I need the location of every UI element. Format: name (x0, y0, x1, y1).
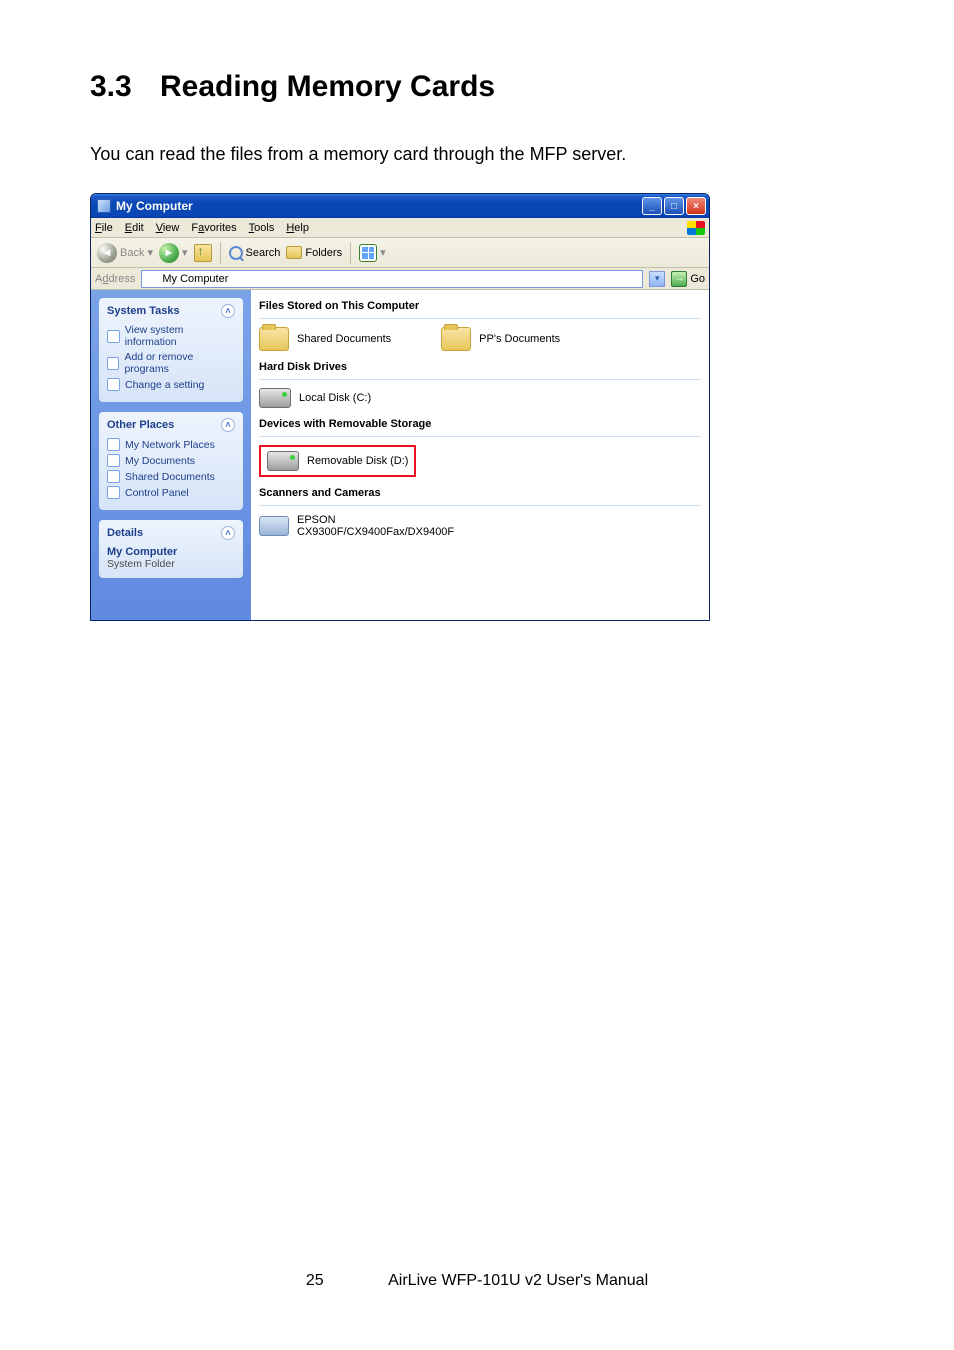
intro-text: You can read the files from a memory car… (90, 144, 864, 165)
collapse-icon[interactable]: ˄ (221, 418, 235, 432)
item-local-disk-c[interactable]: Local Disk (C:) (259, 388, 371, 408)
sidebar-item-change-setting[interactable]: Change a setting (107, 378, 235, 391)
sidebar-item-view-system-info[interactable]: View system information (107, 324, 235, 348)
item-pp-documents[interactable]: PP's Documents (441, 327, 560, 351)
windows-flag-icon (687, 221, 705, 235)
sidebar: System Tasks˄ View system information Ad… (91, 290, 251, 620)
control-panel-icon (107, 486, 120, 499)
views-button[interactable]: ▾ (359, 244, 386, 262)
sidebar-item-network-places[interactable]: My Network Places (107, 438, 235, 451)
removable-disk-icon (267, 451, 299, 471)
heading-number: 3.3 (90, 70, 160, 104)
main-content: Files Stored on This Computer Shared Doc… (251, 290, 709, 620)
menu-edit[interactable]: Edit (125, 222, 144, 234)
address-dropdown-button[interactable]: ▾ (649, 271, 665, 287)
heading-title: Reading Memory Cards (160, 70, 495, 103)
folder-icon (441, 327, 471, 351)
folder-icon (259, 327, 289, 351)
my-computer-icon (97, 199, 111, 213)
group-scanners-cameras: Scanners and Cameras (259, 485, 701, 506)
folders-button[interactable]: Folders (286, 246, 342, 259)
sidebar-item-add-remove-programs[interactable]: Add or remove programs (107, 351, 235, 375)
info-icon (107, 330, 120, 343)
settings-icon (107, 378, 120, 391)
sidebar-item-control-panel[interactable]: Control Panel (107, 486, 235, 499)
footer-text: AirLive WFP-101U v2 User's Manual (388, 1272, 648, 1290)
minimize-button[interactable]: _ (642, 197, 662, 215)
menu-help[interactable]: Help (286, 222, 309, 234)
views-icon (359, 244, 377, 262)
sidebar-item-shared-documents[interactable]: Shared Documents (107, 470, 235, 483)
network-icon (107, 438, 120, 451)
folders-icon (286, 246, 302, 259)
folder-icon (107, 470, 120, 483)
group-removable-storage: Devices with Removable Storage (259, 416, 701, 437)
menu-tools[interactable]: Tools (249, 222, 275, 234)
go-arrow-icon: → (671, 271, 687, 287)
address-input[interactable]: My Computer (141, 270, 643, 288)
sidebar-item-my-documents[interactable]: My Documents (107, 454, 235, 467)
my-computer-window: My Computer _ □ × File Edit View Favorit… (90, 193, 710, 621)
highlighted-removable-disk: Removable Disk (D:) (259, 445, 416, 477)
item-removable-disk-d[interactable]: Removable Disk (D:) (267, 451, 408, 471)
collapse-icon[interactable]: ˄ (221, 526, 235, 540)
tool-bar: ◄Back ▾ ► ▾ Search Folders ▾ (91, 238, 709, 268)
hard-disk-icon (259, 388, 291, 408)
forward-button[interactable]: ► ▾ (159, 243, 188, 263)
section-heading: 3.3Reading Memory Cards (90, 70, 864, 104)
other-places-panel: Other Places˄ My Network Places My Docum… (99, 412, 243, 510)
menu-view[interactable]: View (156, 222, 180, 234)
menu-file[interactable]: File (95, 222, 113, 234)
search-icon (229, 246, 243, 260)
folder-up-icon (194, 244, 212, 262)
page-footer: 25 AirLive WFP-101U v2 User's Manual (0, 1272, 954, 1290)
scanner-icon (259, 516, 289, 536)
window-title: My Computer (116, 199, 642, 213)
collapse-icon[interactable]: ˄ (221, 304, 235, 318)
item-shared-documents[interactable]: Shared Documents (259, 327, 391, 351)
group-files-stored: Files Stored on This Computer (259, 298, 701, 319)
details-panel: Details˄ My Computer System Folder (99, 520, 243, 578)
back-button[interactable]: ◄Back ▾ (97, 243, 153, 263)
address-bar: Address My Computer ▾ → Go (91, 268, 709, 290)
item-epson-scanner[interactable]: EPSON CX9300F/CX9400Fax/DX9400F (259, 514, 457, 538)
up-button[interactable] (194, 244, 212, 262)
go-button[interactable]: → Go (671, 271, 705, 287)
address-label: Address (95, 273, 135, 285)
menu-bar: File Edit View Favorites Tools Help (91, 218, 709, 238)
system-tasks-panel: System Tasks˄ View system information Ad… (99, 298, 243, 402)
close-button[interactable]: × (686, 197, 706, 215)
folder-icon (107, 454, 120, 467)
menu-favorites[interactable]: Favorites (191, 222, 236, 234)
title-bar: My Computer _ □ × (91, 194, 709, 218)
maximize-button[interactable]: □ (664, 197, 684, 215)
my-computer-icon (146, 273, 158, 285)
page-number: 25 (306, 1272, 324, 1290)
search-button[interactable]: Search (229, 246, 281, 260)
group-hard-disk-drives: Hard Disk Drives (259, 359, 701, 380)
programs-icon (107, 357, 119, 370)
